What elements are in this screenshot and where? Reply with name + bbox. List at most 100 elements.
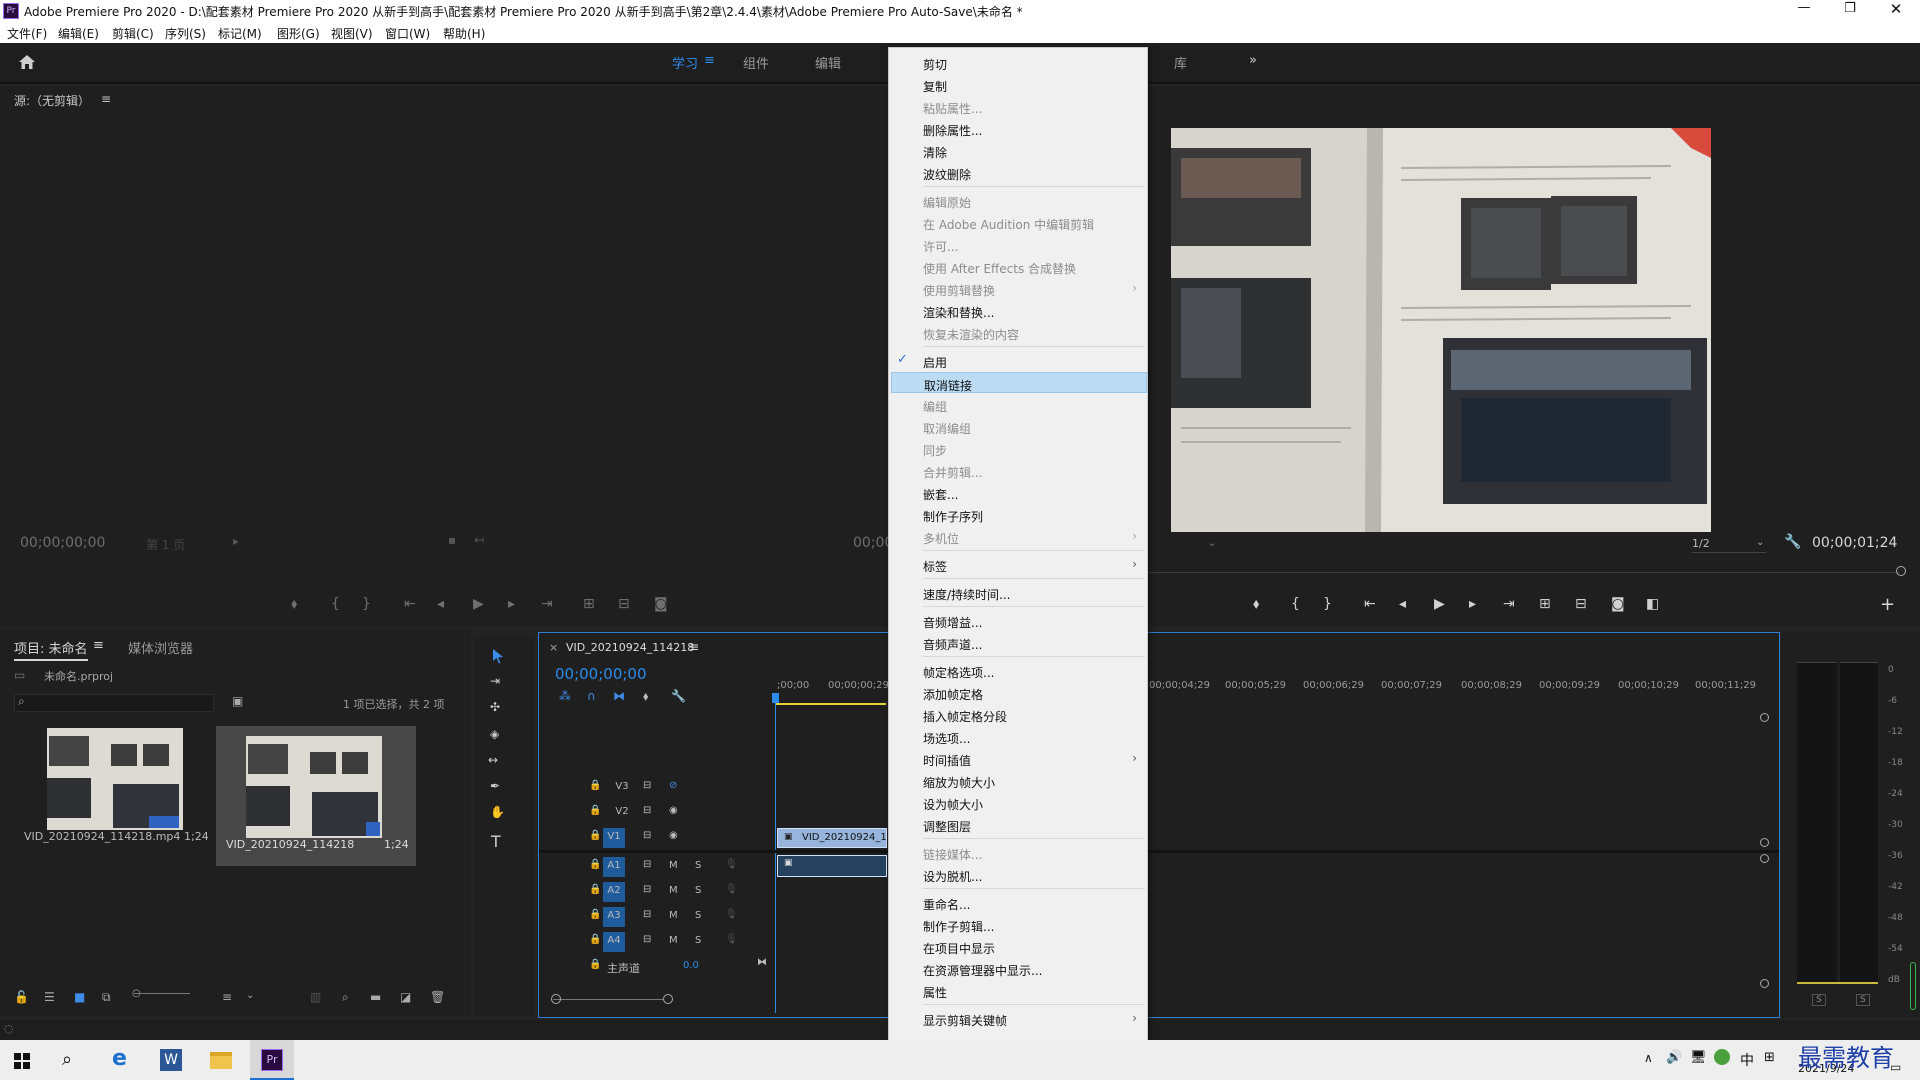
extract-icon[interactable]: ⊟ — [1575, 596, 1587, 612]
lock-icon[interactable]: 🔓 — [14, 990, 29, 1004]
workspace-tab-learn[interactable]: 学习 — [672, 53, 698, 72]
context-menu-item[interactable]: 显示剪辑关键帧 › — [891, 1008, 1147, 1029]
context-menu-item[interactable]: 设为脱机... — [891, 864, 1147, 885]
context-menu-item[interactable]: 嵌套... — [891, 482, 1147, 503]
comparison-view-icon[interactable]: ◧ — [1646, 596, 1659, 612]
horizontal-scroll-end[interactable] — [663, 994, 673, 1004]
program-go-to-out-icon[interactable]: ⇥ — [1503, 596, 1515, 612]
export-frame-icon[interactable]: ◙ — [654, 596, 668, 612]
sequence-tab[interactable]: VID_20210924_114218 — [566, 641, 694, 654]
context-menu-item[interactable]: 制作子序列 — [891, 504, 1147, 525]
track-target-a2[interactable]: A2 — [603, 882, 625, 902]
program-resolution-select[interactable]: 1/2 — [1692, 537, 1766, 553]
solo-right-button[interactable]: S — [1856, 994, 1870, 1006]
solo-button[interactable]: S — [695, 910, 701, 921]
step-back-icon[interactable]: ◂ — [437, 596, 444, 612]
track-target-a4[interactable]: A4 — [603, 932, 625, 952]
mute-button[interactable]: M — [669, 935, 678, 946]
master-end-icon[interactable]: ⧓ — [757, 957, 767, 968]
edge-icon[interactable]: e — [112, 1046, 127, 1071]
zoom-slider-handle-icon[interactable]: ○ — [132, 988, 141, 999]
mic-icon[interactable]: 🎙 — [725, 909, 738, 920]
track-target-a3[interactable]: A3 — [603, 907, 625, 927]
hand-tool-icon[interactable]: ✋ — [490, 805, 505, 819]
close-button[interactable]: ✕ — [1878, 0, 1914, 22]
context-menu-item[interactable]: ✓ 启用 — [891, 350, 1147, 371]
context-menu-item[interactable]: 在项目中显示 — [891, 936, 1147, 957]
ime-grid-icon[interactable]: ⊞ — [1764, 1050, 1775, 1065]
context-menu-item[interactable]: 添加帧定格 — [891, 682, 1147, 703]
context-menu-item[interactable]: 在资源管理器中显示... — [891, 958, 1147, 979]
track-lock-icon[interactable]: 🔒 — [589, 805, 601, 816]
track-lock-icon[interactable]: 🔒 — [589, 959, 601, 970]
track-target-v1[interactable]: V1 — [603, 828, 625, 848]
ime-indicator[interactable]: 中 — [1740, 1050, 1754, 1070]
mark-in-icon[interactable]: { — [331, 596, 340, 612]
menu-help[interactable]: 帮助(H) — [443, 25, 485, 42]
selection-tool-icon[interactable] — [491, 648, 505, 664]
overwrite-icon[interactable]: ⊟ — [618, 596, 630, 612]
project-tab[interactable]: 项目: 未命名 — [14, 638, 88, 661]
program-time-ruler[interactable] — [1148, 572, 1900, 573]
track-lock-icon[interactable]: 🔒 — [589, 934, 601, 945]
master-volume[interactable]: 0.0 — [683, 960, 699, 971]
nest-toggle-icon[interactable]: ⁂ — [559, 689, 571, 703]
type-tool-icon[interactable]: T — [491, 832, 501, 851]
add-button-icon[interactable]: + — [1880, 594, 1895, 615]
eye-off-icon[interactable]: ⊘ — [669, 780, 677, 791]
context-menu-item[interactable]: 调整图层 — [891, 814, 1147, 835]
solo-button[interactable]: S — [695, 860, 701, 871]
more-workspaces-icon[interactable]: » — [1249, 53, 1257, 68]
menu-view[interactable]: 视图(V) — [331, 25, 373, 42]
context-menu-item[interactable]: 删除属性... — [891, 118, 1147, 139]
wrench-icon[interactable]: 🔧 — [1784, 534, 1801, 550]
program-timecode[interactable]: 00;00;01;24 — [1812, 535, 1897, 551]
sync-lock-icon[interactable]: ⊟ — [643, 859, 651, 870]
new-bin-icon[interactable]: ▬ — [370, 990, 381, 1004]
workspace-tab-libraries[interactable]: 库 — [1174, 53, 1187, 72]
sync-lock-icon[interactable]: ⊟ — [643, 830, 651, 841]
track-lock-icon[interactable]: 🔒 — [589, 859, 601, 870]
security-icon[interactable] — [1714, 1049, 1730, 1065]
sort-icon[interactable]: ≡ — [222, 990, 232, 1004]
track-lock-icon[interactable]: 🔒 — [589, 909, 601, 920]
workspace-tab-assembly[interactable]: 组件 — [743, 53, 769, 72]
project-search-input[interactable] — [14, 694, 214, 712]
track-lock-icon[interactable]: 🔒 — [589, 884, 601, 895]
source-page-arrow-icon[interactable]: ▸ — [233, 534, 239, 548]
vertical-scroll-mid[interactable] — [1760, 838, 1769, 847]
context-menu-item[interactable]: 场选项... — [891, 726, 1147, 747]
freeform-view-icon[interactable]: ⧉ — [102, 990, 111, 1005]
track-target-a1[interactable]: A1 — [603, 857, 625, 877]
video-clip-v1[interactable]: ▣ VID_20210924_114218 — [777, 828, 919, 848]
automate-icon[interactable]: ▥ — [310, 990, 321, 1004]
menu-clip[interactable]: 剪辑(C) — [112, 25, 154, 42]
track-lock-icon[interactable]: 🔒 — [589, 780, 601, 791]
restore-button[interactable]: ❐ — [1832, 1, 1868, 23]
resolution-chevron-icon[interactable]: ⌄ — [1756, 537, 1764, 548]
home-icon[interactable] — [18, 54, 36, 70]
context-menu-item[interactable]: 插入帧定格分段 — [891, 704, 1147, 725]
solo-button[interactable]: S — [695, 935, 701, 946]
sync-lock-icon[interactable]: ⊟ — [643, 909, 651, 920]
media-browser-tab[interactable]: 媒体浏览器 — [128, 638, 193, 657]
track-lock-icon[interactable]: 🔒 — [589, 830, 601, 841]
context-menu-item[interactable]: 渲染和替换... — [891, 300, 1147, 321]
source-insert-icon[interactable]: ↤ — [474, 533, 484, 547]
context-menu-item[interactable]: 取消链接 — [891, 372, 1147, 393]
mute-button[interactable]: M — [669, 910, 678, 921]
sync-lock-icon[interactable]: ⊟ — [643, 884, 651, 895]
project-item-selected[interactable]: VID_20210924_114218 1;24 — [216, 726, 416, 866]
linked-selection-icon[interactable]: ⧓ — [613, 689, 625, 703]
find-icon[interactable]: ⌕ — [342, 990, 349, 1005]
sort-chevron-icon[interactable]: ⌄ — [246, 990, 254, 1001]
context-menu-item[interactable]: 设为帧大小 — [891, 792, 1147, 813]
horizontal-scrollbar[interactable] — [553, 999, 663, 1000]
context-menu-item[interactable]: 标签 › — [891, 554, 1147, 575]
notification-icon[interactable]: ▭ — [1890, 1060, 1901, 1074]
solo-left-button[interactable]: S — [1812, 994, 1826, 1006]
source-menu-icon[interactable]: ≡ — [101, 92, 111, 106]
program-fit-chevron-icon[interactable]: ⌄ — [1208, 538, 1216, 549]
context-menu-item[interactable]: 剪切 — [891, 52, 1147, 73]
source-settings-icon[interactable]: ▪ — [448, 533, 456, 547]
